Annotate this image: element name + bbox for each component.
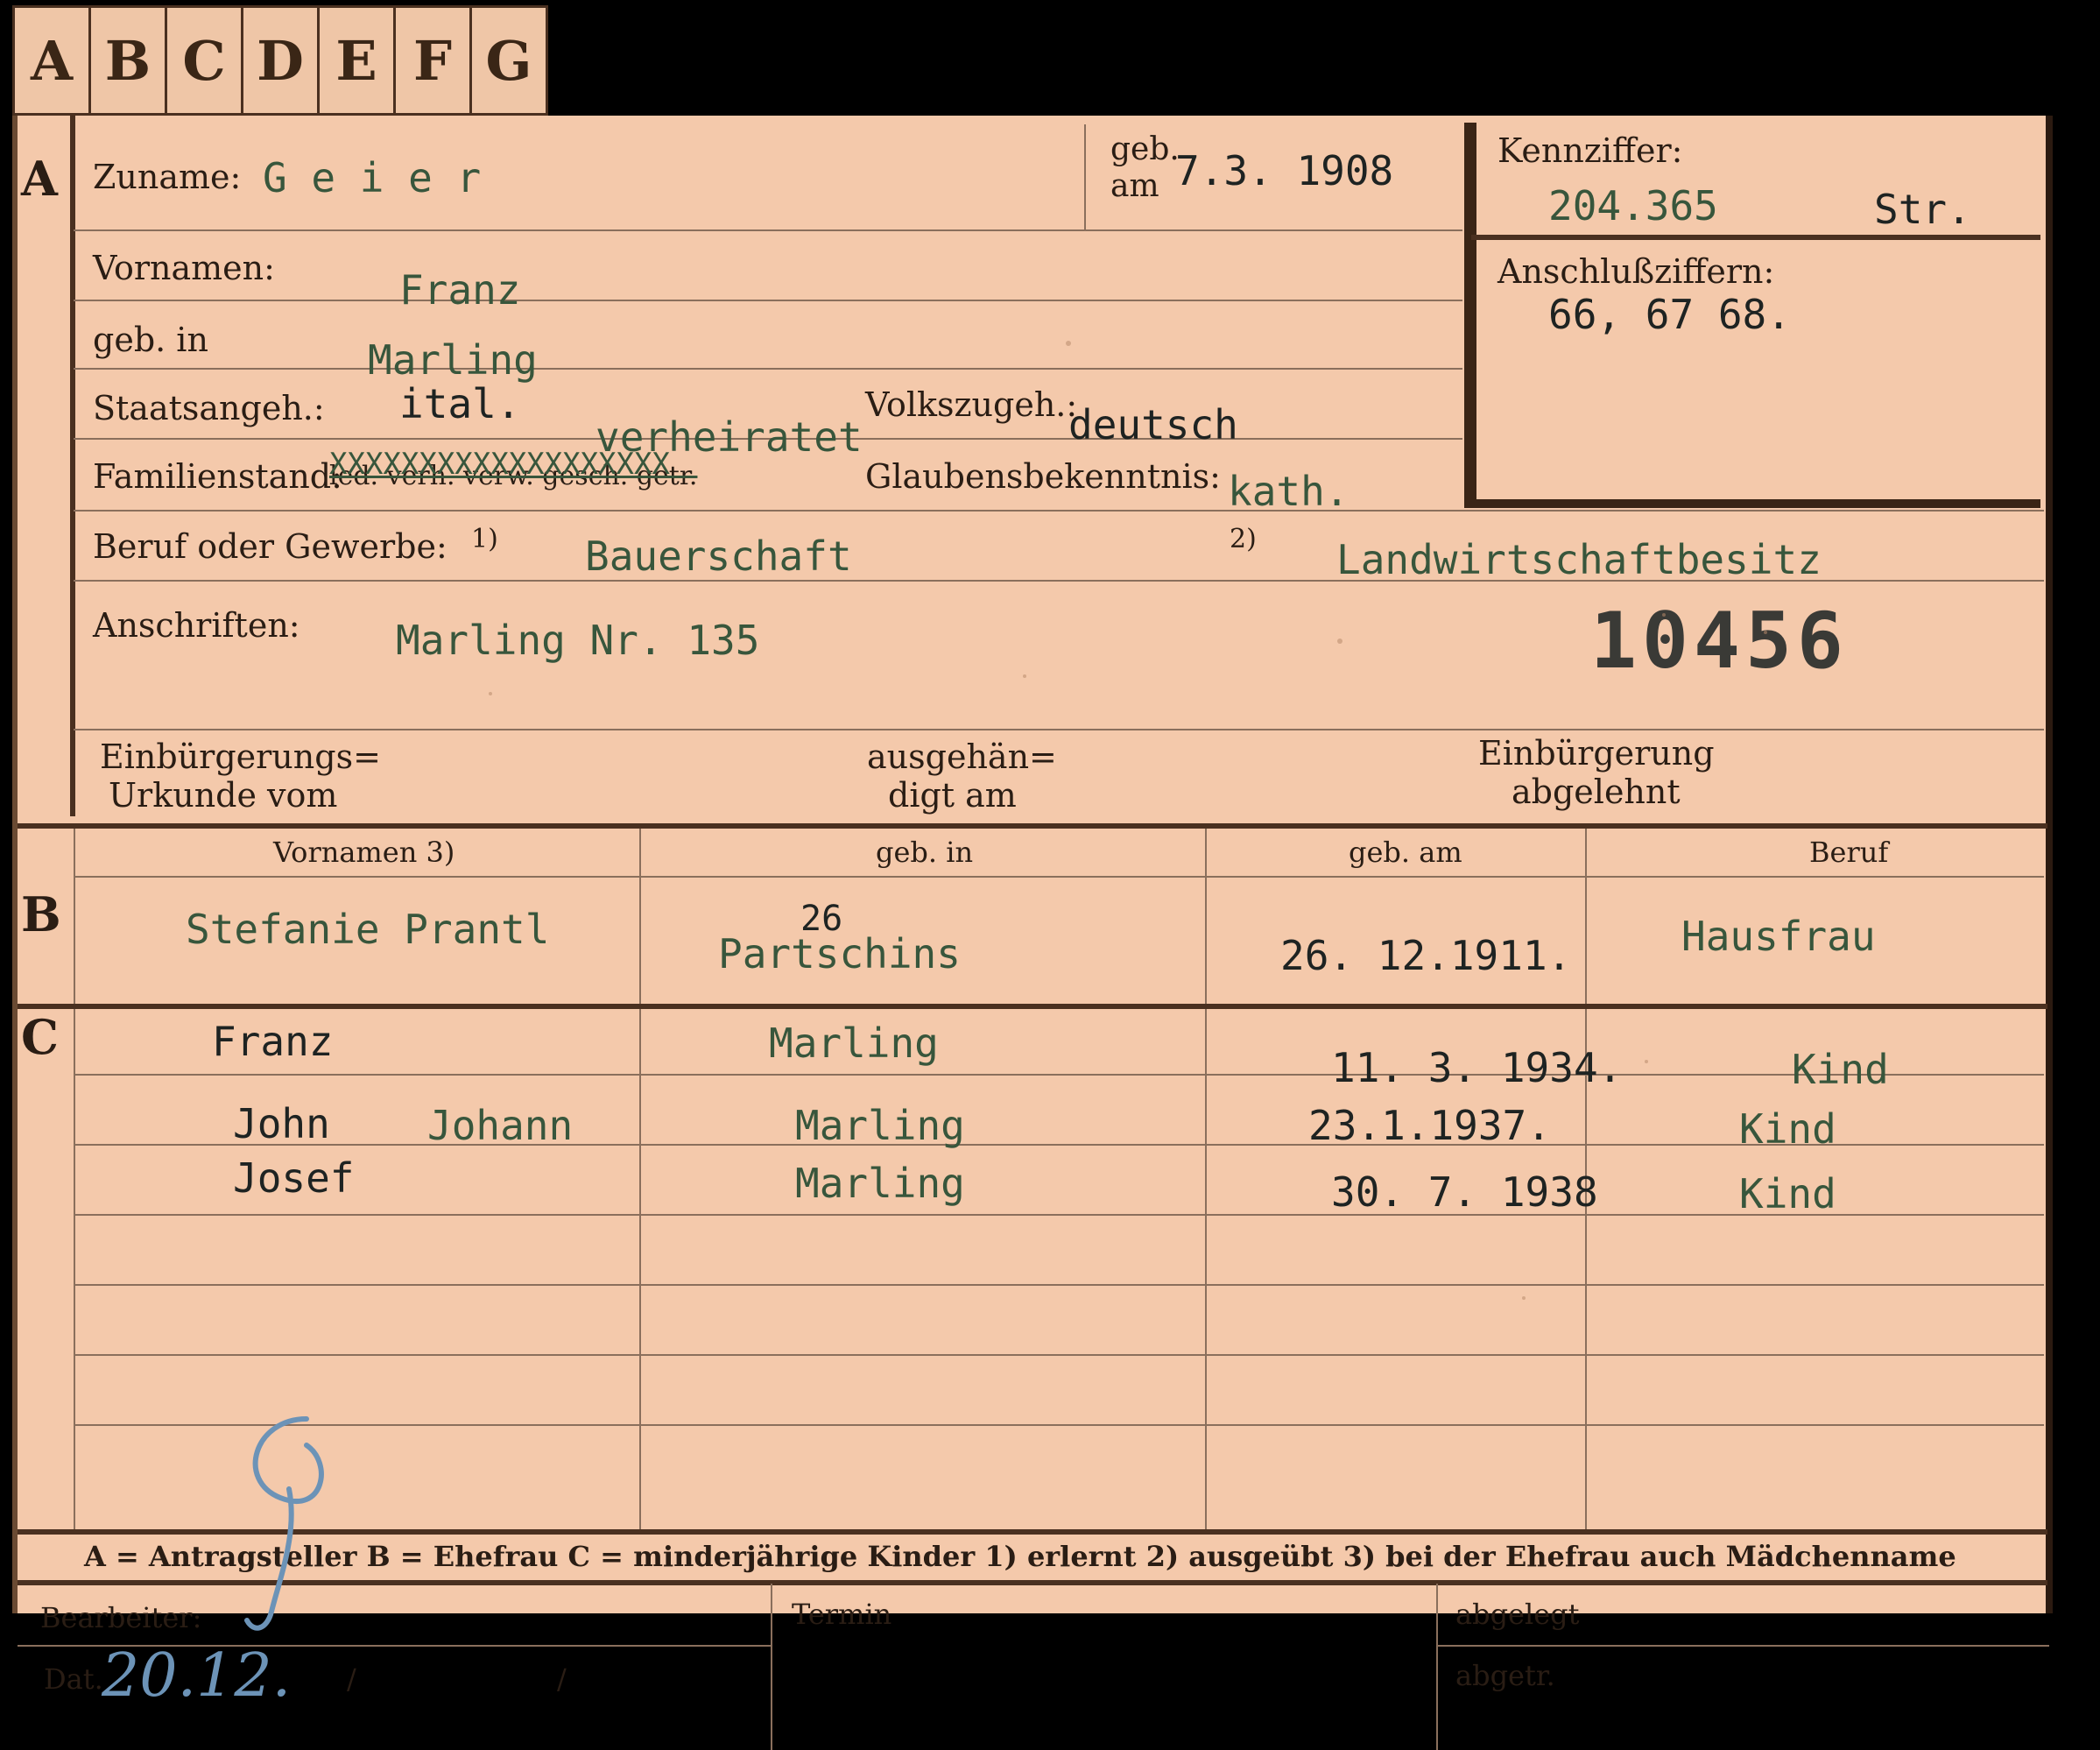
tab-b: B [91, 8, 167, 113]
removed-label: abgetr. [1455, 1659, 1555, 1692]
tab-f: F [396, 8, 472, 113]
tab-c: C [167, 8, 243, 113]
date-label: Dat. [44, 1662, 103, 1696]
index-tabs: A B C D E F G [12, 5, 548, 116]
date-handwritten: 20.12. [102, 1641, 292, 1711]
tab-d: D [243, 8, 320, 113]
footer-rule-right [1436, 1645, 2049, 1647]
registration-card: A B C Zuname: G e i e r geb. am 7.3. 190… [12, 116, 2053, 1750]
date-slash-1: / [347, 1662, 356, 1696]
scan-texture-icon [489, 341, 1767, 1300]
footer-divider-1 [771, 1584, 772, 1750]
tab-g: G [485, 28, 532, 93]
clerk-label: Bearbeiter: [40, 1601, 202, 1634]
date-slash-2: / [557, 1662, 567, 1696]
tab-e: E [320, 8, 396, 113]
footer-divider-2 [1436, 1584, 1438, 1750]
tab-a: A [15, 8, 91, 113]
